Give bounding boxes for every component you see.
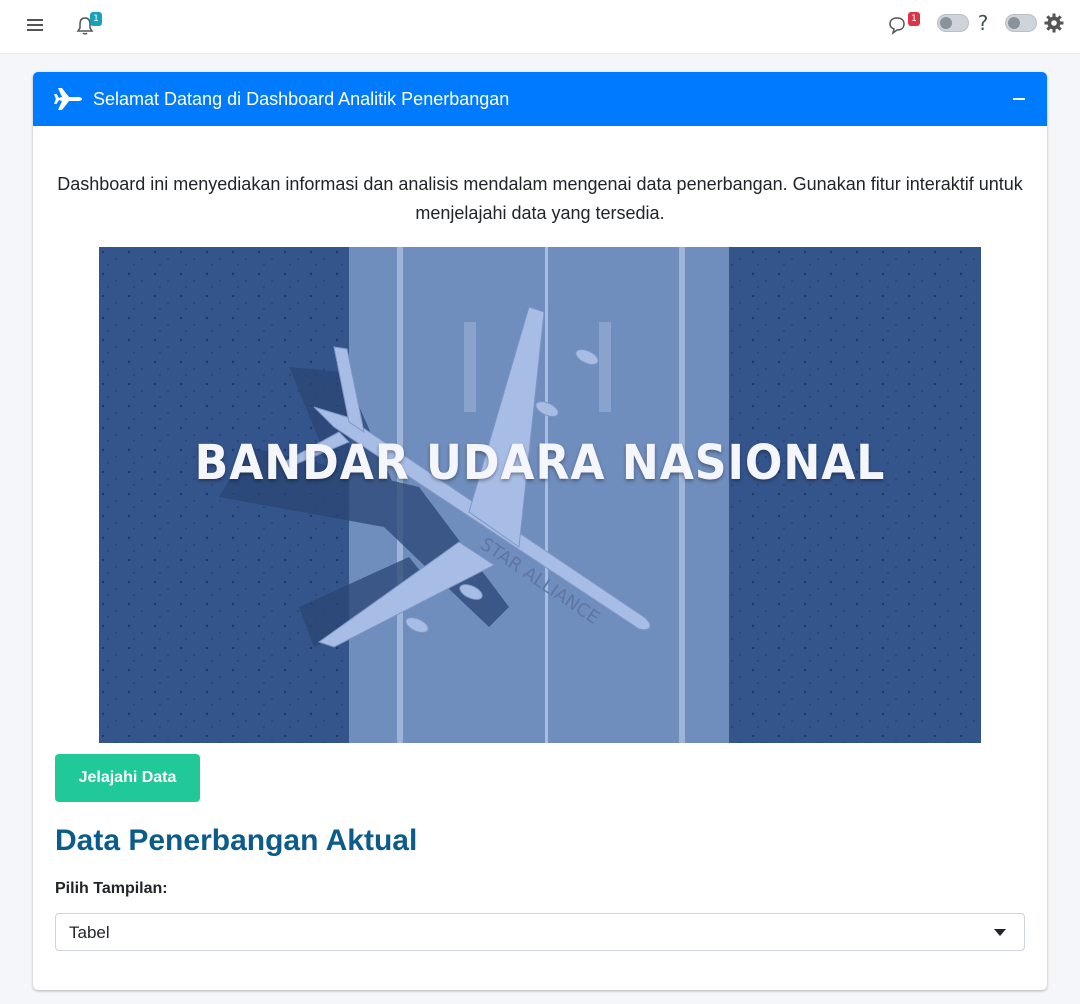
welcome-card: Selamat Datang di Dashboard Analitik Pen… — [33, 72, 1047, 990]
messages-badge: 1 — [908, 12, 920, 26]
collapse-button[interactable] — [1007, 86, 1031, 112]
hero-image: STAR ALLIANCE BANDAR UDARA NASIONAL — [99, 247, 981, 743]
messages-button[interactable]: 1 — [884, 10, 924, 40]
explore-data-button[interactable]: Jelajahi Data — [55, 754, 200, 802]
notifications-button[interactable]: 1 — [72, 10, 108, 40]
mode-toggle-switch[interactable] — [1004, 13, 1038, 33]
hero-title: BANDAR UDARA NASIONAL — [194, 435, 886, 491]
card-header: Selamat Datang di Dashboard Analitik Pen… — [33, 72, 1047, 126]
airplane-icon — [54, 88, 82, 110]
chat-icon — [889, 17, 905, 35]
view-select-value: Tabel — [69, 923, 110, 942]
gear-icon[interactable] — [1042, 10, 1066, 36]
top-navbar: 1 1 ? — [0, 0, 1080, 54]
minus-icon — [1013, 98, 1025, 100]
view-select-label: Pilih Tampilan: — [55, 880, 168, 897]
help-icon[interactable]: ? — [974, 10, 992, 36]
hamburger-icon[interactable] — [22, 12, 48, 38]
intro-text: Dashboard ini menyediakan informasi dan … — [57, 174, 1023, 223]
section-title: Data Penerbangan Aktual — [55, 824, 418, 857]
card-title: Selamat Datang di Dashboard Analitik Pen… — [93, 89, 510, 109]
notifications-badge: 1 — [90, 12, 102, 26]
theme-toggle-switch[interactable] — [936, 13, 970, 33]
view-select[interactable]: Tabel — [55, 913, 1025, 951]
chevron-down-icon — [994, 929, 1006, 936]
